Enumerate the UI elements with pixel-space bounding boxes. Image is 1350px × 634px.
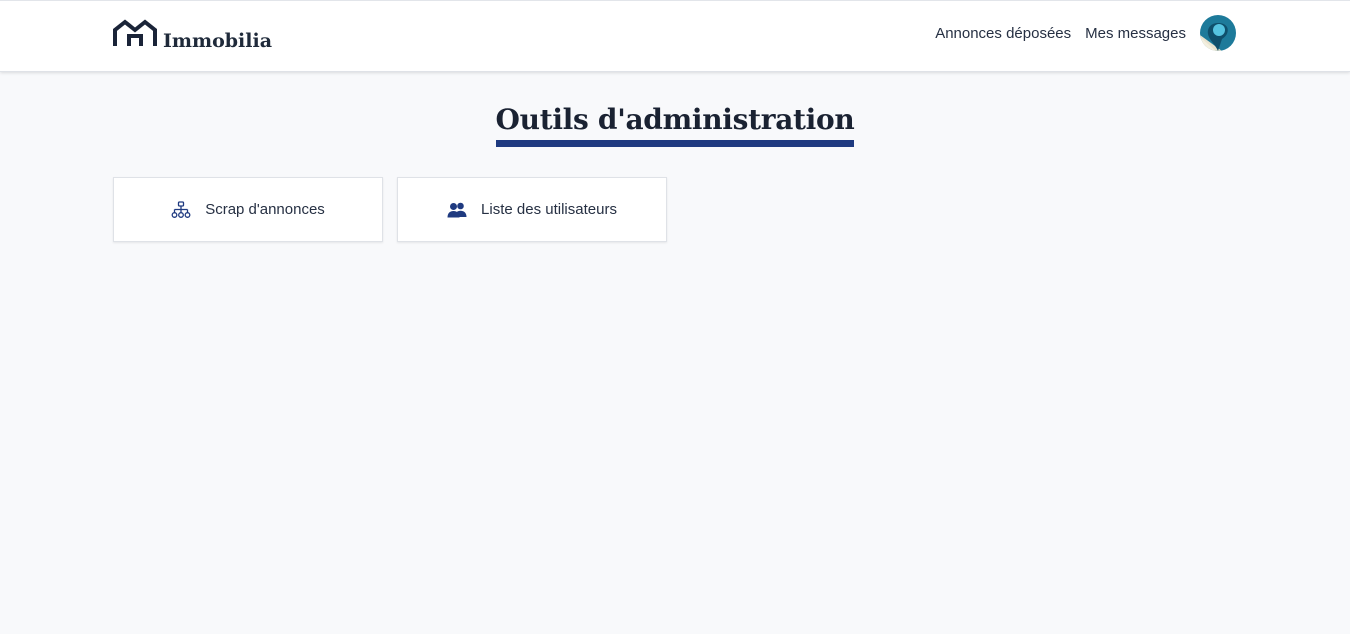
sitemap-icon [171, 200, 191, 218]
navbar: Immobilia Annonces déposées Mes messages [0, 0, 1350, 72]
scrap-annonces-button[interactable]: Scrap d'annonces [113, 177, 383, 242]
nav-link-annonces-deposees[interactable]: Annonces déposées [935, 25, 1071, 42]
liste-utilisateurs-button[interactable]: Liste des utilisateurs [397, 177, 667, 242]
main-nav: Annonces déposées Mes messages [935, 15, 1236, 51]
users-icon [447, 202, 467, 217]
admin-tools: Scrap d'annonces Liste des utilisateurs [113, 177, 681, 242]
scrap-annonces-label: Scrap d'annonces [205, 201, 325, 218]
page-title-wrapper: Outils d'administration [0, 103, 1350, 148]
brand-name: Immobilia [163, 30, 273, 52]
avatar[interactable] [1200, 15, 1236, 51]
brand-logo[interactable]: Immobilia [112, 19, 273, 52]
nav-link-mes-messages[interactable]: Mes messages [1085, 25, 1186, 42]
page-title: Outils d'administration [495, 103, 855, 148]
liste-utilisateurs-label: Liste des utilisateurs [481, 201, 617, 218]
house-icon [113, 19, 157, 46]
